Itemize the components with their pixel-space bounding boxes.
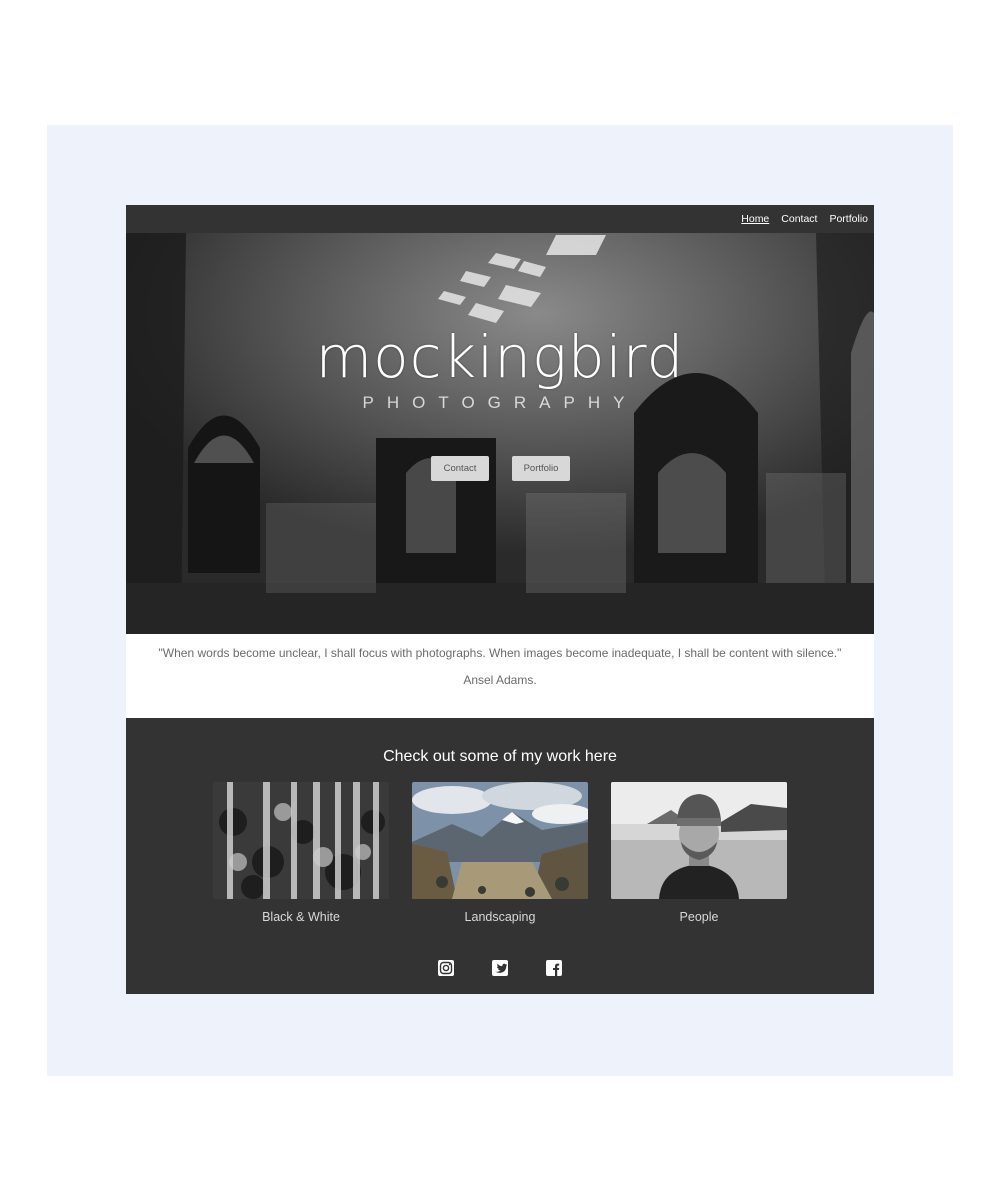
work-card-caption: People xyxy=(679,910,719,924)
facebook-icon[interactable] xyxy=(545,959,563,977)
work-card-people[interactable]: People xyxy=(611,782,787,924)
quote-section: "When words become unclear, I shall focu… xyxy=(126,634,874,718)
hero-background-photo xyxy=(126,233,874,634)
twitter-icon[interactable] xyxy=(491,959,509,977)
top-nav: Home Contact Portfolio xyxy=(126,205,874,233)
nav-portfolio-link[interactable]: Portfolio xyxy=(829,213,868,225)
quote-author: Ansel Adams. xyxy=(463,673,537,687)
nav-contact-link[interactable]: Contact xyxy=(781,213,817,225)
work-heading: Check out some of my work here xyxy=(383,748,617,765)
website: Home Contact Portfolio mockingbird PHOTO… xyxy=(126,205,874,994)
hero-portfolio-button[interactable]: Portfolio xyxy=(512,456,570,481)
people-thumbnail xyxy=(611,782,787,899)
quote-text: "When words become unclear, I shall focu… xyxy=(158,646,842,660)
brand-logo-text: mockingbird xyxy=(315,323,685,391)
hero-contact-button[interactable]: Contact xyxy=(431,456,489,481)
landscape-thumbnail xyxy=(412,782,588,899)
nav-home-link[interactable]: Home xyxy=(741,213,769,225)
work-card-caption: Landscaping xyxy=(464,910,536,924)
instagram-icon[interactable] xyxy=(437,959,455,977)
work-section: Check out some of my work here Black & W… xyxy=(126,718,874,994)
work-card-caption: Black & White xyxy=(262,910,340,924)
brand-subtitle: PHOTOGRAPHY xyxy=(362,393,638,412)
hero-banner: mockingbird PHOTOGRAPHY Contact Portfoli… xyxy=(126,233,874,634)
black-white-thumbnail xyxy=(213,782,389,899)
work-card-landscaping[interactable]: Landscaping xyxy=(412,782,588,924)
work-card-black-white[interactable]: Black & White xyxy=(213,782,389,924)
